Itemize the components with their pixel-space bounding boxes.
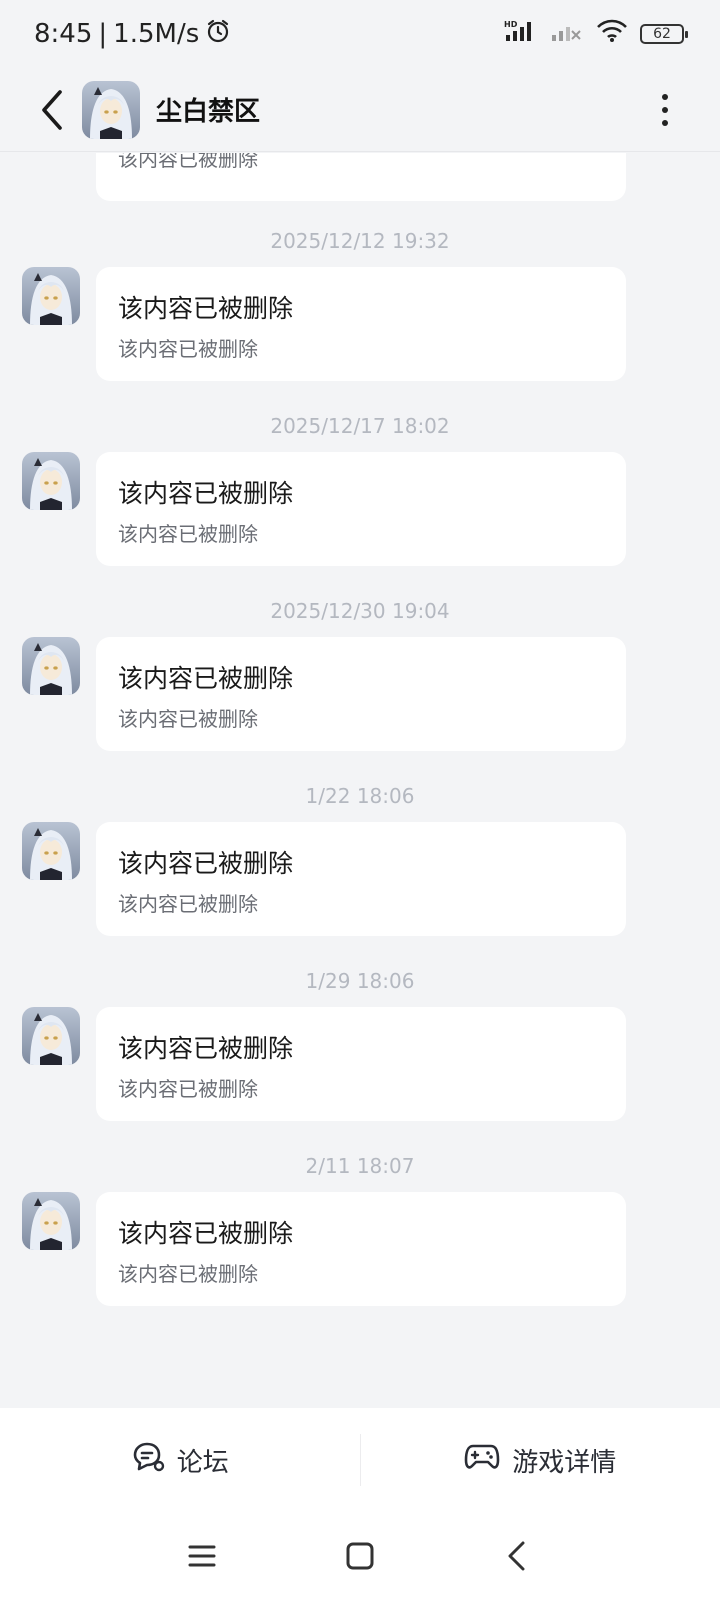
message-timestamp: 2025/12/12 19:32 bbox=[270, 229, 450, 253]
status-separator: | bbox=[98, 19, 108, 49]
message-subtitle: 该内容已被删除 bbox=[118, 522, 258, 546]
status-time: 8:45 bbox=[34, 19, 93, 49]
message-group: 2025/12/30 19:04 该内容已被删除 该内容已被删除 bbox=[0, 599, 720, 769]
more-options-button[interactable] bbox=[650, 88, 680, 132]
message-group: 1/29 18:06 该内容已被删除 该内容已被删除 bbox=[0, 969, 720, 1139]
bottom-tab-bar: 论坛 游戏详情 bbox=[0, 1408, 720, 1512]
message-group: 2025/12/17 18:02 该内容已被删除 该内容已被删除 bbox=[0, 414, 720, 584]
message-bubble-partial[interactable]: 该内容已被删除 bbox=[96, 153, 626, 201]
more-dot bbox=[662, 120, 668, 126]
sender-avatar[interactable] bbox=[22, 267, 80, 325]
message-bubble[interactable]: 该内容已被删除 该内容已被删除 bbox=[96, 452, 626, 566]
message-bubble[interactable]: 该内容已被删除 该内容已被删除 bbox=[96, 267, 626, 381]
chat-header: 尘白禁区 bbox=[0, 68, 720, 152]
sender-avatar[interactable] bbox=[22, 1192, 80, 1250]
message-bubble[interactable]: 该内容已被删除 该内容已被删除 bbox=[96, 1007, 626, 1121]
message-bubble[interactable]: 该内容已被删除 该内容已被删除 bbox=[96, 1192, 626, 1306]
tab-game-details-label: 游戏详情 bbox=[512, 1447, 617, 1478]
message-list[interactable]: 该内容已被删除 2025/12/12 19:32 该内容已被删除 该内容已被删除… bbox=[0, 153, 720, 1408]
status-network-speed: 1.5M/s bbox=[113, 19, 200, 49]
message-subtitle: 该内容已被删除 bbox=[118, 892, 258, 916]
signal-icon: HD bbox=[504, 19, 538, 50]
more-dot bbox=[662, 107, 668, 113]
message-group: 2/11 18:07 该内容已被删除 该内容已被删除 bbox=[0, 1154, 720, 1324]
more-vertical-icon bbox=[662, 94, 668, 100]
message-title: 该内容已被删除 bbox=[118, 1034, 294, 1063]
sender-avatar[interactable] bbox=[22, 822, 80, 880]
network-type-label: HD bbox=[504, 20, 518, 29]
status-right: HD 62 bbox=[504, 19, 688, 50]
chat-bubble-icon bbox=[131, 1441, 165, 1480]
chevron-left-icon bbox=[508, 1541, 525, 1571]
message-title: 该内容已被删除 bbox=[118, 1219, 294, 1248]
square-home-icon bbox=[346, 1542, 374, 1570]
system-nav-bar bbox=[0, 1512, 720, 1600]
message-timestamp: 2025/12/30 19:04 bbox=[270, 599, 450, 623]
back-button[interactable] bbox=[20, 79, 82, 141]
message-subtitle: 该内容已被删除 bbox=[118, 337, 258, 361]
sender-avatar[interactable] bbox=[22, 452, 80, 510]
status-bar: 8:45 | 1.5M/s HD 62 bbox=[0, 0, 720, 68]
message-subtitle: 该内容已被删除 bbox=[118, 707, 258, 731]
sender-avatar[interactable] bbox=[22, 637, 80, 695]
nav-home-button[interactable] bbox=[330, 1526, 390, 1586]
message-group: 2025/12/12 19:32 该内容已被删除 该内容已被删除 bbox=[0, 229, 720, 399]
sender-avatar[interactable] bbox=[22, 1007, 80, 1065]
tab-forum-label: 论坛 bbox=[176, 1447, 229, 1478]
nav-back-button[interactable] bbox=[487, 1526, 547, 1586]
message-timestamp: 2025/12/17 18:02 bbox=[270, 414, 450, 438]
message-subtitle: 该内容已被删除 bbox=[118, 1262, 258, 1286]
message-subtitle: 该内容已被删除 bbox=[118, 153, 258, 171]
tab-forum[interactable]: 论坛 bbox=[0, 1408, 360, 1512]
message-bubble[interactable]: 该内容已被删除 该内容已被删除 bbox=[96, 822, 626, 936]
chevron-left-icon bbox=[42, 89, 62, 130]
message-subtitle: 该内容已被删除 bbox=[118, 1077, 258, 1101]
tab-game-details[interactable]: 游戏详情 bbox=[361, 1408, 720, 1512]
gamepad-icon bbox=[464, 1442, 500, 1479]
menu-icon bbox=[188, 1545, 216, 1567]
header-avatar[interactable] bbox=[82, 81, 140, 139]
page-title: 尘白禁区 bbox=[156, 97, 261, 127]
message-title: 该内容已被删除 bbox=[118, 664, 294, 693]
message-bubble[interactable]: 该内容已被删除 该内容已被删除 bbox=[96, 637, 626, 751]
message-title: 该内容已被删除 bbox=[118, 479, 294, 508]
message-timestamp: 1/29 18:06 bbox=[305, 969, 415, 993]
message-title: 该内容已被删除 bbox=[118, 849, 294, 878]
message-timestamp: 2/11 18:07 bbox=[305, 1154, 415, 1178]
message-title: 该内容已被删除 bbox=[118, 294, 294, 323]
nav-menu-button[interactable] bbox=[172, 1526, 232, 1586]
status-left: 8:45 | 1.5M/s bbox=[34, 18, 231, 51]
message-group: 1/22 18:06 该内容已被删除 该内容已被删除 bbox=[0, 784, 720, 954]
alarm-icon bbox=[205, 18, 231, 51]
signal-weak-icon bbox=[550, 19, 584, 50]
wifi-icon bbox=[596, 19, 628, 50]
message-timestamp: 1/22 18:06 bbox=[305, 784, 415, 808]
battery-icon: 62 bbox=[640, 24, 688, 44]
